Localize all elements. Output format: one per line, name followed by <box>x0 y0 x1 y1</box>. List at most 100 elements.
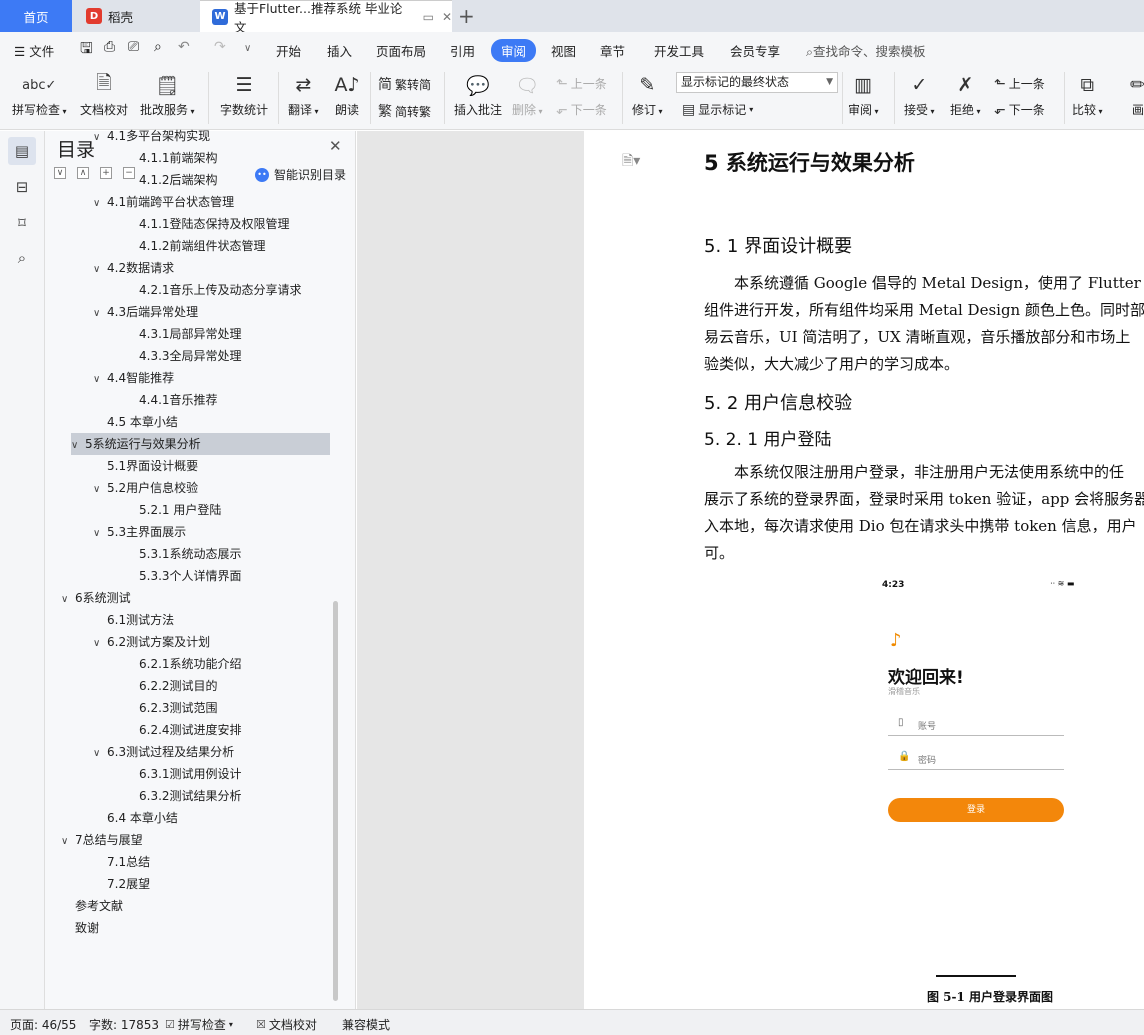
toc-item[interactable]: ∨ 5系统运行与效果分析 <box>71 433 330 455</box>
word-count-indicator[interactable]: 字数: 17853 <box>89 1016 159 1033</box>
simp-to-trad-button[interactable]: 繁简转繁 <box>378 101 431 121</box>
save-icon[interactable]: 🖫 <box>80 38 93 63</box>
chevron-down-icon[interactable]: ∨ <box>93 193 107 215</box>
toc-item[interactable]: 6.2.2测试目的 <box>125 675 218 697</box>
toc-item[interactable]: 5.1界面设计概要 <box>93 455 198 477</box>
trad-to-simp-button[interactable]: 简繁转简 <box>378 74 431 94</box>
chevron-down-icon[interactable]: ∨ <box>93 743 107 765</box>
insert-comment-button[interactable]: 💬 插入批注 <box>454 70 502 118</box>
prev-change-button[interactable]: ⬑ 上一条 <box>994 75 1045 92</box>
toc-item[interactable]: 参考文献 <box>61 895 123 917</box>
chevron-down-icon[interactable]: ∨ <box>93 127 107 149</box>
chevron-down-icon[interactable]: ∨ <box>61 589 75 611</box>
chevron-down-icon[interactable]: ∨ <box>61 831 75 853</box>
toc-item[interactable]: 6.4 本章小结 <box>93 807 178 829</box>
menu-insert[interactable]: 插入 <box>327 41 352 60</box>
chevron-down-icon[interactable]: ∨ <box>93 523 107 545</box>
toc-item[interactable]: ∨ 7总结与展望 <box>61 829 143 851</box>
toc-item[interactable]: 6.2.1系统功能介绍 <box>125 653 242 675</box>
menu-member[interactable]: 会员专享 <box>730 41 780 60</box>
prev-comment-button[interactable]: ⬑ 上一条 <box>556 75 607 92</box>
doc-check-button[interactable]: 🗎 文档校对 <box>80 70 128 118</box>
print-icon[interactable]: ⎚ <box>128 39 139 55</box>
menu-start[interactable]: 开始 <box>276 41 301 60</box>
toc-item[interactable]: 6.3.2测试结果分析 <box>125 785 242 807</box>
toc-item[interactable]: 4.3.1局部异常处理 <box>125 323 242 345</box>
menu-dev-tools[interactable]: 开发工具 <box>654 41 704 60</box>
export-icon[interactable]: ⎙ <box>104 39 115 55</box>
toc-item[interactable]: 5.3.1系统动态展示 <box>125 543 242 565</box>
toc-item[interactable]: 6.1测试方法 <box>93 609 174 631</box>
chevron-down-icon[interactable]: ∨ <box>93 259 107 281</box>
toc-scrollbar[interactable] <box>333 601 338 1001</box>
chevron-down-icon[interactable]: ∨ <box>93 369 107 391</box>
show-markup-button[interactable]: ▤ 显示标记 ▾ <box>682 101 753 118</box>
toc-item[interactable]: 4.1.1登陆态保持及权限管理 <box>125 213 290 235</box>
toc-icon[interactable]: ▤ <box>8 137 36 165</box>
toc-item[interactable]: ∨ 4.1多平台架构实现 <box>93 125 210 147</box>
toc-item[interactable]: 5.2.1 用户登陆 <box>125 499 221 521</box>
new-tab-button[interactable]: + <box>458 4 475 28</box>
toc-item[interactable]: ∨ 5.2用户信息校验 <box>93 477 198 499</box>
toc-item[interactable]: ∨ 5.3主界面展示 <box>93 521 186 543</box>
accept-button[interactable]: ✓ 接受 ▾ <box>904 70 935 118</box>
toc-item[interactable]: 6.2.4测试进度安排 <box>125 719 242 741</box>
toc-item[interactable]: ∨ 4.4智能推荐 <box>93 367 174 389</box>
tab-window-icon[interactable]: ▭ <box>423 10 434 24</box>
menu-chapter[interactable]: 章节 <box>600 41 625 60</box>
read-aloud-button[interactable]: A♪ 朗读 <box>333 70 361 118</box>
undo-icon[interactable]: ↶ <box>178 39 190 55</box>
redo-icon[interactable]: ↷ <box>214 39 226 55</box>
toc-item[interactable]: 4.4.1音乐推荐 <box>125 389 218 411</box>
search-icon[interactable]: ⌕ <box>8 244 36 272</box>
toc-item[interactable]: 4.2.1音乐上传及动态分享请求 <box>125 279 302 301</box>
spell-check-button[interactable]: abc✓ 拼写检查 ▾ <box>12 70 67 118</box>
toc-item[interactable]: ∨ 6.3测试过程及结果分析 <box>93 741 234 763</box>
toc-item[interactable]: 4.3.3全局异常处理 <box>125 345 242 367</box>
track-changes-button[interactable]: ✎ 修订 ▾ <box>632 70 663 118</box>
next-comment-button[interactable]: ⬐ 下一条 <box>556 101 607 118</box>
toc-item[interactable]: 6.2.3测试范围 <box>125 697 218 719</box>
approve-service-button[interactable]: 🗒 批改服务 ▾ <box>140 70 195 118</box>
toc-item[interactable]: 致谢 <box>61 917 99 939</box>
toc-item[interactable]: 7.1总结 <box>93 851 150 873</box>
chevron-down-icon[interactable]: ∨ <box>71 435 85 457</box>
toc-item[interactable]: 4.1.2前端组件状态管理 <box>125 235 266 257</box>
tab-home[interactable]: 首页 <box>0 0 72 32</box>
toc-item[interactable]: ∨ 6系统测试 <box>61 587 131 609</box>
tab-document[interactable]: W 基于Flutter...推荐系统 毕业论文 ▭ ✕ <box>200 0 452 35</box>
toc-item[interactable]: ∨ 4.2数据请求 <box>93 257 174 279</box>
menu-page-layout[interactable]: 页面布局 <box>376 41 426 60</box>
chevron-down-icon[interactable]: ∨ <box>93 303 107 325</box>
status-spell-check[interactable]: ☑ 拼写检查 ▾ <box>165 1016 233 1033</box>
delete-comment-button[interactable]: 🗨 删除 ▾ <box>512 70 543 118</box>
toc-item[interactable]: 4.1.1前端架构 <box>125 147 218 169</box>
compare-button[interactable]: ⧉ 比较 ▾ <box>1072 70 1103 118</box>
toc-item[interactable]: 4.1.2后端架构 <box>125 169 218 191</box>
word-count-button[interactable]: ☰ 字数统计 <box>220 70 268 118</box>
chevron-down-icon[interactable]: ∨ <box>93 479 107 501</box>
outline-icon[interactable]: ⊟ <box>8 173 36 201</box>
page-options-icon[interactable]: 🗎▾ <box>622 150 640 174</box>
print-preview-icon[interactable]: ⌕ <box>154 39 162 55</box>
toc-item[interactable]: ∨ 4.3后端异常处理 <box>93 301 198 323</box>
menu-view[interactable]: 视图 <box>551 41 576 60</box>
toc-item[interactable]: 6.3.1测试用例设计 <box>125 763 242 785</box>
translate-button[interactable]: ⇄ 翻译 ▾ <box>288 70 319 118</box>
chevron-down-icon[interactable]: ∨ <box>93 633 107 655</box>
toc-item[interactable]: 7.2展望 <box>93 873 150 895</box>
tab-daoke[interactable]: D 稻壳 <box>72 0 200 32</box>
toc-item[interactable]: ∨ 4.1前端跨平台状态管理 <box>93 191 234 213</box>
file-menu[interactable]: ☰ 文件 <box>14 41 54 60</box>
menu-reference[interactable]: 引用 <box>450 41 475 60</box>
toc-item[interactable]: 4.5 本章小结 <box>93 411 178 433</box>
page-indicator[interactable]: 页面: 46/55 <box>10 1016 76 1033</box>
quick-access-dropdown-icon[interactable]: ∨ <box>244 43 251 54</box>
markup-mode-select[interactable]: 显示标记的最终状态 ▼ <box>676 72 838 93</box>
toc-item[interactable]: 5.3.3个人详情界面 <box>125 565 242 587</box>
reject-button[interactable]: ✗ 拒绝 ▾ <box>950 70 981 118</box>
command-search[interactable]: ⌕查找命令、搜索模板 <box>806 41 926 60</box>
status-doc-check[interactable]: ☒ 文档校对 <box>256 1016 317 1033</box>
tab-close-icon[interactable]: ✕ <box>442 10 452 24</box>
menu-review[interactable]: 审阅 <box>491 39 537 62</box>
